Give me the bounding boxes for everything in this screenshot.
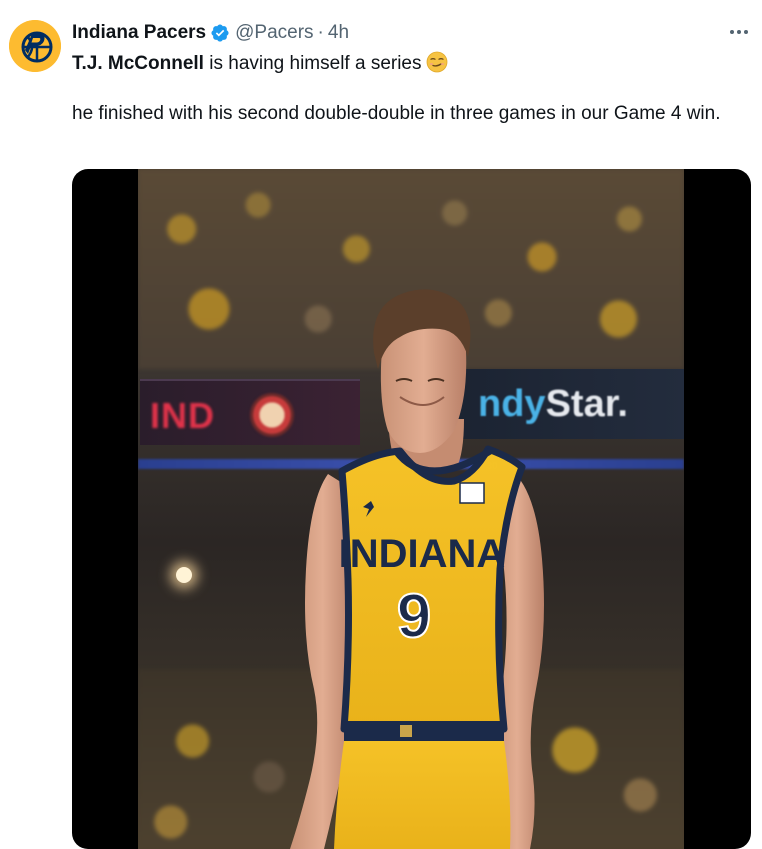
tweet-text-line1: T.J. McConnell is having himself a serie… — [72, 51, 448, 76]
jersey-team-text: INDIANA — [339, 532, 506, 576]
tweet-paragraph: he finished with his second double-doubl… — [72, 103, 721, 124]
tweet-video[interactable]: IND ndyStar. INDIANA 9 30 — [72, 169, 751, 849]
shoulder-number-text: 30 — [486, 461, 498, 472]
more-icon[interactable] — [726, 22, 752, 42]
tweet-text-rest: is having himself a series — [203, 53, 422, 74]
separator-dot: · — [317, 22, 324, 43]
pacers-logo-icon — [9, 20, 61, 72]
player-figure: INDIANA 9 30 — [290, 289, 544, 849]
mention-link[interactable]: T.J. McConnell — [72, 53, 204, 74]
author-name[interactable]: Indiana Pacers — [72, 21, 206, 45]
tweet-header: Indiana Pacers @Pacers · 4h — [72, 21, 349, 45]
verified-badge-icon[interactable] — [210, 23, 230, 43]
avatar[interactable] — [9, 20, 61, 72]
author-handle[interactable]: @Pacers — [235, 21, 313, 45]
timestamp[interactable]: 4h — [328, 21, 349, 45]
jersey-number-text: 9 — [397, 582, 431, 651]
video-frame[interactable]: IND ndyStar. INDIANA 9 30 — [138, 169, 684, 849]
smirking-face-emoji — [426, 51, 448, 73]
